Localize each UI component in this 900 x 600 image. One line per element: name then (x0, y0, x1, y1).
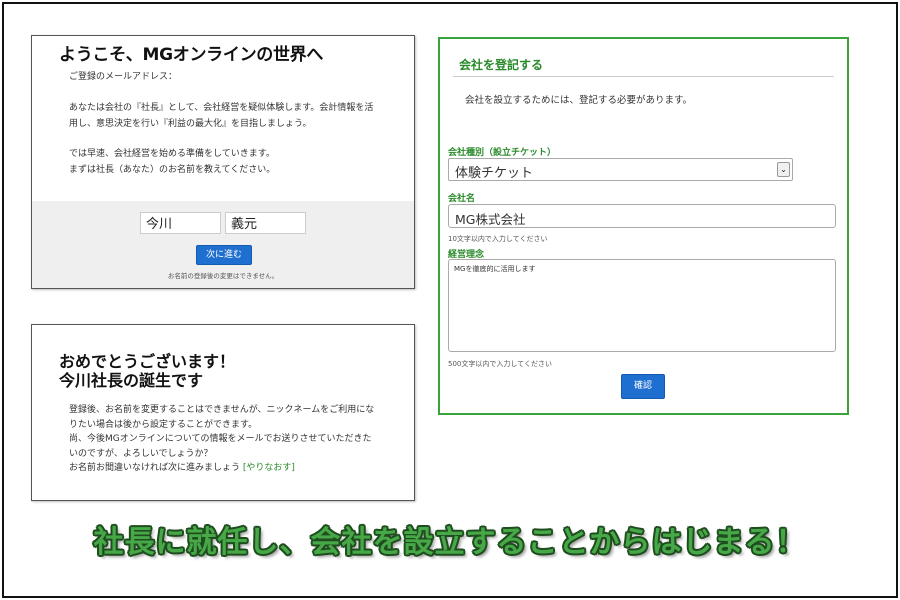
name-form: 今川 義元 次に進む お名前の登録後の変更はできません。 (32, 201, 414, 288)
congrats-line-1: 登録後、お名前を変更することはできませんが、ニックネームをご利用にな (69, 405, 375, 415)
intro-line-1: あなたは会社の『社長』として、会社経営を疑似体験します。会計情報を活 (69, 103, 374, 113)
name-note: お名前の登録後の変更はできません。 (167, 272, 279, 280)
heading-divider (453, 76, 834, 77)
company-intro: 会社を設立するためには、登記する必要があります。 (465, 95, 693, 106)
banner-caption: 社長に就任し、会社を設立することからはじまる！ (93, 525, 807, 560)
company-heading: 会社を登記する (459, 58, 544, 72)
first-name-input[interactable]: 義元 (225, 212, 306, 234)
prep-line-2: まずは社長（あなた）のお名前を教えてください。 (69, 165, 276, 175)
last-name-input[interactable]: 今川 (140, 212, 221, 234)
welcome-title: ようこそ、MGオンラインの世界へ (59, 45, 324, 65)
prep-line-1: では早速、会社経営を始める準備をしていきます。 (69, 149, 275, 159)
congrats-title-line-1: おめでとうございます！ (59, 352, 236, 371)
philosophy-value: MGを徹底的に活用します (454, 265, 536, 273)
congrats-line-2: りたい場合は後から設定することができます。 (69, 419, 258, 430)
chevron-down-icon[interactable]: ⌄ (777, 162, 790, 177)
intro-line-2: 用し、意思決定を行い『利益の最大化』を目指しましょう。 (69, 119, 312, 129)
welcome-panel: ようこそ、MGオンラインの世界へ ご登録のメールアドレス： あなたは会社の『社長… (31, 35, 415, 289)
company-name-hint: 10文字以内で入力してください (448, 235, 548, 243)
company-type-label: 会社種別（設立チケット） (448, 148, 557, 158)
next-button[interactable]: 次に進む (196, 245, 252, 265)
company-name-value: MG株式会社 (455, 212, 526, 227)
company-name-input[interactable]: MG株式会社 (448, 204, 836, 228)
proceed-text: お名前お間違いなければ次に進みましょう (69, 463, 241, 473)
philosophy-textarea[interactable]: MGを徹底的に活用します (448, 259, 836, 352)
congrats-line-3: 尚、今後MGオンラインについての情報をメールでお送りさせていただきた (69, 434, 372, 444)
congrats-panel: おめでとうございます！ 今川社長の誕生です 登録後、お名前を変更することはできま… (31, 324, 415, 501)
congrats-title-line-2: 今川社長の誕生です (59, 371, 204, 390)
company-name-label: 会社名 (448, 194, 476, 204)
email-label: ご登録のメールアドレス： (69, 72, 178, 82)
congrats-body: 登録後、お名前を変更することはできませんが、ニックネームをご利用にな りたい場合… (69, 403, 374, 476)
company-type-select[interactable]: 体験チケット ⌄ (448, 158, 793, 181)
company-panel: 会社を登記する 会社を設立するためには、登記する必要があります。 会社種別（設立… (438, 37, 849, 415)
congrats-line-4: いのですが、よろしいでしょうか？ (69, 448, 213, 459)
redo-link[interactable]: [やりなおす] (243, 463, 295, 473)
philosophy-hint: 500文字以内で入力してください (448, 360, 552, 368)
company-type-value: 体験チケット (455, 166, 534, 181)
congrats-title: おめでとうございます！ 今川社長の誕生です (59, 352, 235, 390)
congrats-line-5: お名前お間違いなければ次に進みましょう [やりなおす] (69, 461, 374, 476)
confirm-button[interactable]: 確認 (621, 374, 665, 399)
